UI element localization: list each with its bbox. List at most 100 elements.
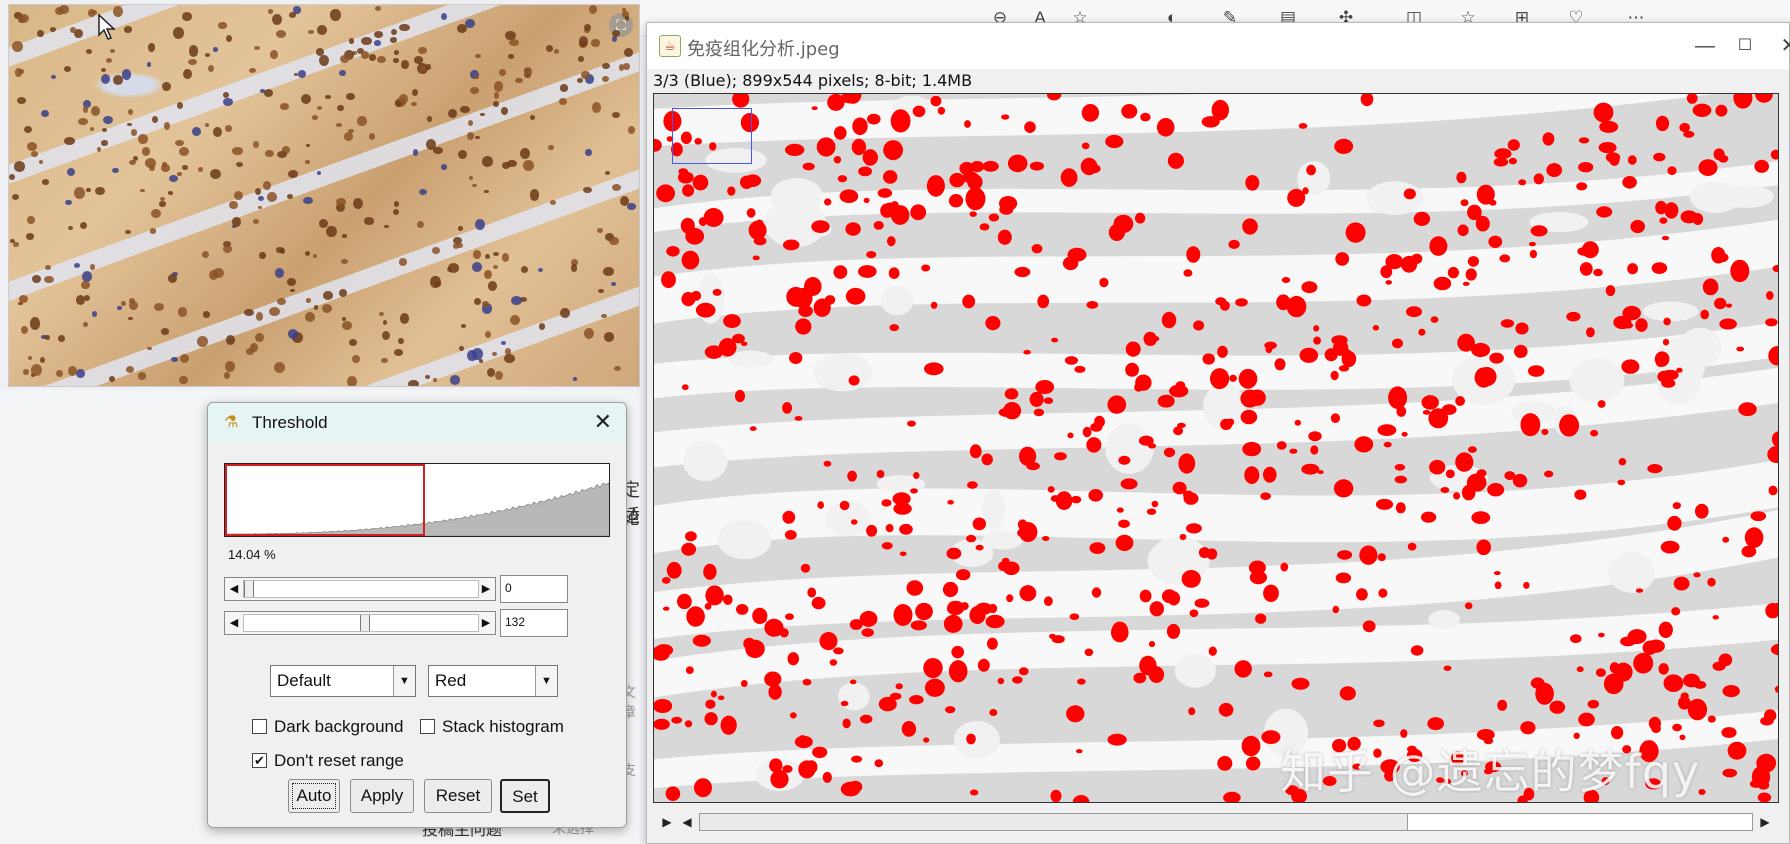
nucleus [18, 294, 29, 304]
thresholded-nucleus [1330, 413, 1340, 424]
thresholded-nucleus [1091, 587, 1102, 598]
thresholded-nucleus [794, 416, 803, 421]
nucleus [447, 108, 458, 119]
nucleus [254, 332, 264, 343]
thresholded-nucleus [692, 174, 709, 191]
max-threshold-field[interactable]: 132 [500, 609, 568, 637]
nucleus [399, 93, 409, 104]
nucleus [300, 93, 312, 104]
nucleus [204, 53, 211, 58]
thresholded-nucleus [930, 301, 938, 309]
play-icon[interactable]: ▶ [659, 813, 675, 831]
thresholded-nucleus [1722, 536, 1730, 543]
thresholded-nucleus [1719, 318, 1737, 330]
method-select[interactable]: Default ▼ [270, 665, 416, 697]
nucleus [398, 337, 404, 345]
slider-track[interactable] [243, 614, 479, 632]
nucleus [472, 250, 482, 259]
thresholded-nucleus [912, 105, 926, 117]
thresholded-nucleus [1047, 486, 1055, 493]
slider-track[interactable] [243, 580, 479, 598]
thresholded-nucleus [838, 130, 846, 137]
nucleus [123, 26, 132, 33]
scroll-thumb[interactable] [700, 814, 1408, 830]
nucleus [487, 281, 497, 291]
scroll-left-icon[interactable]: ◀ [679, 813, 695, 831]
nucleus [254, 188, 261, 195]
dialog-titlebar[interactable]: ⚗ Threshold ✕ [208, 403, 626, 443]
thresholded-nucleus [811, 106, 818, 111]
thresholded-nucleus [661, 271, 676, 289]
window-titlebar[interactable]: ☕ 免疫组化分析.jpeg — ☐ ✕ [647, 23, 1790, 69]
thresholded-nucleus [1067, 432, 1074, 439]
thresholded-nucleus [858, 166, 872, 177]
thresholded-nucleus [1462, 281, 1470, 286]
dont-reset-range-checkbox[interactable]: ✔ Don't reset range [252, 751, 404, 771]
thresholded-nucleus [1356, 588, 1368, 601]
max-threshold-slider[interactable]: ◀ ▶ [224, 611, 496, 635]
thresholded-nucleus [1215, 297, 1227, 306]
thresholded-nucleus [1598, 142, 1617, 154]
display-select[interactable]: Red ▼ [428, 665, 558, 697]
nucleus [501, 107, 508, 115]
close-button[interactable]: ✕ [1771, 31, 1790, 61]
slider-thumb[interactable] [244, 581, 254, 597]
slider-left-icon[interactable]: ◀ [227, 614, 241, 632]
nucleus [226, 34, 233, 43]
close-icon[interactable]: ✕ [594, 409, 612, 435]
checkbox-box[interactable]: ✔ [252, 753, 267, 768]
checkbox-box[interactable] [420, 719, 435, 734]
thresholded-nucleus [1245, 756, 1261, 771]
thresholded-nucleus [1721, 727, 1737, 738]
minimize-button[interactable]: — [1687, 31, 1723, 61]
thresholded-nucleus [1388, 386, 1408, 410]
nucleus [177, 172, 182, 177]
thresholded-nucleus [985, 614, 1005, 629]
nucleus [127, 109, 133, 116]
nucleus [339, 289, 347, 297]
thresholded-nucleus [915, 602, 933, 621]
maximize-button[interactable]: ☐ [1727, 31, 1763, 61]
min-threshold-slider[interactable]: ◀ ▶ [224, 577, 496, 601]
reset-button[interactable]: Reset [424, 779, 492, 813]
image-canvas[interactable] [653, 93, 1779, 803]
nucleus [305, 312, 316, 323]
thresholded-nucleus [1660, 540, 1680, 554]
scroll-right-icon[interactable]: ▶ [1757, 813, 1773, 831]
thresholded-nucleus [1064, 356, 1078, 365]
nucleus [432, 246, 440, 255]
thresholded-nucleus [1757, 792, 1772, 802]
thresholded-nucleus [1107, 733, 1127, 746]
apply-button[interactable]: Apply [350, 779, 414, 813]
thresholded-nucleus [862, 149, 878, 166]
nucleus [449, 374, 461, 386]
thresholded-nucleus [671, 716, 683, 724]
slider-left-icon[interactable]: ◀ [227, 580, 241, 598]
checkbox-box[interactable] [252, 719, 267, 734]
set-button[interactable]: Set [500, 779, 550, 813]
slider-right-icon[interactable]: ▶ [479, 614, 493, 632]
thresholded-nucleus [930, 95, 942, 107]
thresholded-nucleus [798, 305, 813, 317]
min-threshold-field[interactable]: 0 [500, 575, 568, 603]
thresholded-nucleus [1648, 716, 1661, 731]
display-value: Red [435, 671, 467, 690]
scroll-track[interactable] [699, 813, 1753, 831]
horizontal-scrollbar[interactable]: ▶ ◀ ▶ [653, 809, 1779, 835]
slider-thumb[interactable] [360, 615, 371, 631]
thresholded-nucleus [1265, 345, 1273, 354]
auto-button[interactable]: Auto [288, 779, 340, 813]
nucleus [368, 132, 375, 140]
roi-rectangle[interactable] [672, 108, 752, 164]
nucleus [67, 226, 73, 231]
stack-histogram-checkbox[interactable]: Stack histogram [420, 717, 564, 737]
dark-background-checkbox[interactable]: Dark background [252, 717, 403, 737]
nucleus [588, 5, 597, 15]
thresholded-nucleus [960, 602, 969, 611]
thresholded-nucleus [1578, 162, 1594, 173]
watermark: 知乎 @遗忘的梦fqy [1280, 745, 1701, 799]
thresholded-nucleus [1394, 475, 1407, 484]
thresholded-nucleus [1310, 445, 1319, 455]
slider-right-icon[interactable]: ▶ [479, 580, 493, 598]
thresholded-nucleus [1622, 176, 1637, 189]
